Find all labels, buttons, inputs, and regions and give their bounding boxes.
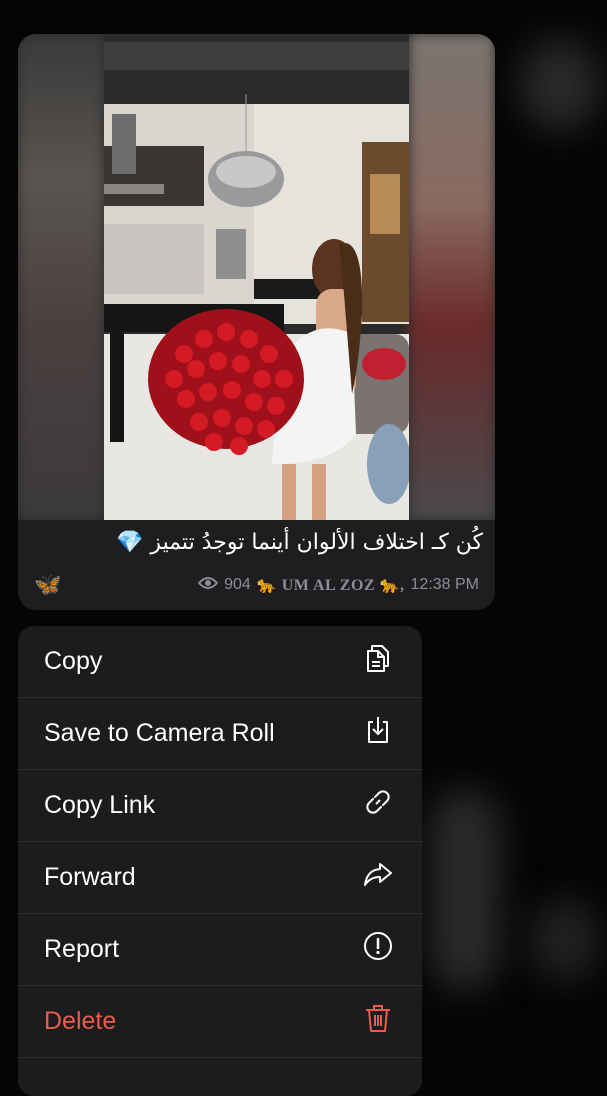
background-blur <box>530 900 600 980</box>
photo-blur-edge <box>409 34 495 520</box>
view-count: 904 <box>224 576 251 593</box>
menu-item-copy[interactable]: Copy <box>18 626 422 698</box>
menu-item-copy-link[interactable]: Copy Link <box>18 770 422 842</box>
background-blur <box>430 790 500 990</box>
menu-item-label: Report <box>44 935 120 963</box>
context-menu: Copy Save to Camera Roll Copy Link Forwa… <box>18 626 422 1096</box>
menu-extra-item <box>18 1058 422 1096</box>
photo-image <box>104 34 409 520</box>
forward-arrow-icon <box>362 858 394 897</box>
background-blur <box>520 40 600 130</box>
trash-icon <box>362 1002 394 1041</box>
views-eye-icon <box>197 576 219 595</box>
exclamation-circle-icon <box>362 930 394 969</box>
message-photo[interactable] <box>18 34 495 520</box>
copy-icon <box>362 642 394 681</box>
message-caption: كُن كـ اختلاف الألوان أينما توجدُ تتميز … <box>116 530 483 555</box>
channel-signature: 🐆 UM AL ZOZ 🐆, <box>256 577 405 594</box>
save-download-icon <box>362 714 394 753</box>
message-meta: 904 🐆 UM AL ZOZ 🐆, 12:38 PM <box>197 575 479 595</box>
menu-item-forward[interactable]: Forward <box>18 842 422 914</box>
message-bubble[interactable]: كُن كـ اختلاف الألوان أينما توجدُ تتميز … <box>18 34 495 610</box>
menu-item-report[interactable]: Report <box>18 914 422 986</box>
message-time: 12:38 PM <box>410 576 479 593</box>
link-icon <box>362 786 394 825</box>
menu-item-label: Save to Camera Roll <box>44 719 275 747</box>
menu-item-label: Delete <box>44 1007 117 1035</box>
photo-blur-edge <box>18 34 104 520</box>
menu-item-save-to-camera-roll[interactable]: Save to Camera Roll <box>18 698 422 770</box>
butterfly-emoji: 🦋 <box>34 572 62 597</box>
menu-item-delete[interactable]: Delete <box>18 986 422 1058</box>
menu-item-label: Forward <box>44 863 136 891</box>
menu-item-label: Copy <box>44 647 103 675</box>
menu-item-label: Copy Link <box>44 791 156 819</box>
